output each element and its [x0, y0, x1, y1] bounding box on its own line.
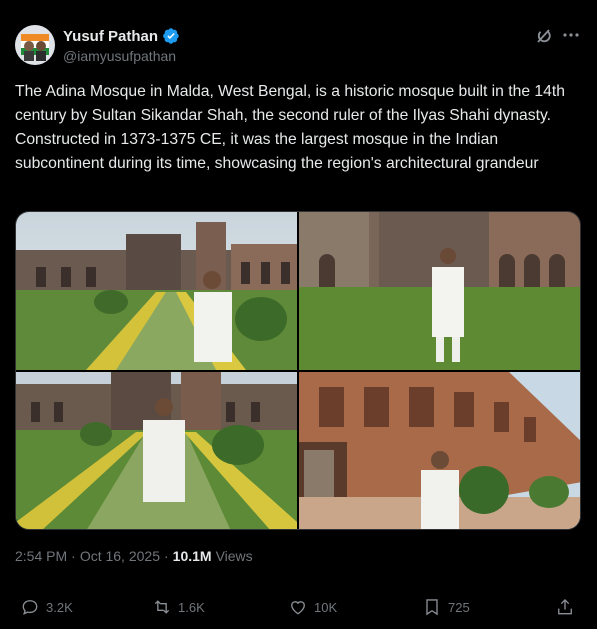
retweet-icon [154, 600, 170, 614]
media-photo-1[interactable] [16, 212, 297, 370]
like-count: 10K [314, 599, 338, 615]
like-icon [291, 601, 305, 615]
retweet-button[interactable]: 1.6K [152, 597, 205, 617]
avatar[interactable] [15, 25, 55, 65]
reply-button[interactable]: 3.2K [20, 597, 73, 617]
bookmark-count: 725 [448, 599, 470, 615]
tweet-time[interactable]: 2:54 PM [15, 548, 67, 564]
more-icon[interactable] [562, 25, 580, 45]
bookmark-button[interactable]: 725 [422, 597, 470, 617]
media-photo-2[interactable] [299, 212, 580, 370]
media-photo-3[interactable] [16, 372, 297, 529]
action-bar: 3.2K 1.6K 10K 725 [15, 597, 581, 619]
verified-badge-icon [162, 27, 180, 45]
grok-icon[interactable] [534, 26, 554, 46]
photo-mosque-courtyard-standing [299, 212, 580, 370]
views-label: Views [215, 548, 253, 564]
like-button[interactable]: 10K [288, 597, 337, 617]
media-grid [15, 211, 581, 530]
photo-mosque-garden-wide [16, 212, 297, 370]
share-icon [558, 598, 572, 615]
separator: · [163, 548, 169, 564]
bookmark-icon [426, 599, 438, 616]
display-name[interactable]: Yusuf Pathan [63, 28, 158, 45]
reply-count: 3.2K [46, 599, 73, 615]
reply-icon [22, 600, 38, 615]
tweet-date[interactable]: Oct 16, 2025 [80, 548, 160, 564]
photo-mosque-facade-closeup [299, 372, 580, 529]
tweet-meta: 2:54 PM · Oct 16, 2025 · 10.1M Views [15, 548, 253, 564]
media-photo-4[interactable] [299, 372, 580, 529]
tweet-header: Yusuf Pathan @iamyusufpathan [15, 25, 582, 67]
photo-mosque-hedge-path [16, 372, 297, 529]
share-button[interactable] [555, 597, 575, 617]
separator: · [71, 548, 76, 564]
handle[interactable]: @iamyusufpathan [63, 48, 180, 64]
tweet-text: The Adina Mosque in Malda, West Bengal, … [15, 83, 565, 172]
views-count: 10.1M [172, 548, 212, 564]
retweet-count: 1.6K [178, 599, 205, 615]
